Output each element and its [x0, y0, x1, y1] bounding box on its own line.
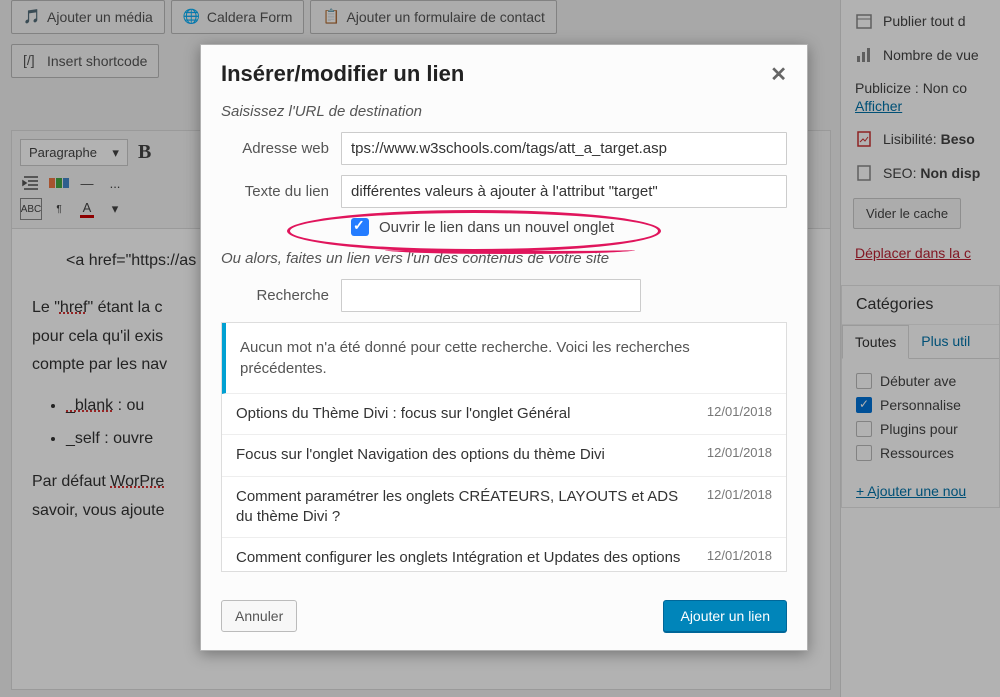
cancel-button[interactable]: Annuler: [221, 600, 297, 632]
result-title: Focus sur l'onglet Navigation des option…: [236, 445, 707, 465]
result-date: 12/01/2018: [707, 404, 772, 419]
search-input[interactable]: [341, 279, 641, 312]
link-text-input[interactable]: [341, 175, 787, 208]
result-date: 12/01/2018: [707, 445, 772, 460]
highlight-annotation: [385, 246, 635, 254]
search-result-item[interactable]: Focus sur l'onglet Navigation des option…: [222, 435, 786, 476]
search-result-item[interactable]: Options du Thème Divi : focus sur l'ongl…: [222, 394, 786, 435]
insert-link-modal: Insérer/modifier un lien ✕ Saisissez l'U…: [200, 44, 808, 651]
result-title: Comment paramétrer les onglets CRÉATEURS…: [236, 487, 707, 528]
link-text-label: Texte du lien: [221, 183, 341, 200]
result-date: 12/01/2018: [707, 487, 772, 502]
search-result-item[interactable]: Comment configurer les onglets Intégrati…: [222, 538, 786, 572]
result-date: 12/01/2018: [707, 548, 772, 563]
search-result-item[interactable]: Comment paramétrer les onglets CRÉATEURS…: [222, 477, 786, 539]
search-label: Recherche: [221, 287, 341, 304]
modal-instruction: Saisissez l'URL de destination: [221, 103, 787, 120]
result-title: Comment configurer les onglets Intégrati…: [236, 548, 707, 572]
url-label: Adresse web: [221, 140, 341, 157]
modal-title: Insérer/modifier un lien: [221, 61, 464, 87]
url-input[interactable]: [341, 132, 787, 165]
result-title: Options du Thème Divi : focus sur l'ongl…: [236, 404, 707, 424]
new-tab-row[interactable]: Ouvrir le lien dans un nouvel onglet: [351, 218, 787, 236]
submit-button[interactable]: Ajouter un lien: [663, 600, 787, 632]
search-empty-message: Aucun mot n'a été donné pour cette reche…: [222, 323, 786, 394]
new-tab-checkbox[interactable]: [351, 218, 369, 236]
new-tab-label: Ouvrir le lien dans un nouvel onglet: [379, 219, 614, 236]
close-icon[interactable]: ✕: [770, 62, 787, 87]
search-results: Aucun mot n'a été donné pour cette reche…: [221, 322, 787, 572]
